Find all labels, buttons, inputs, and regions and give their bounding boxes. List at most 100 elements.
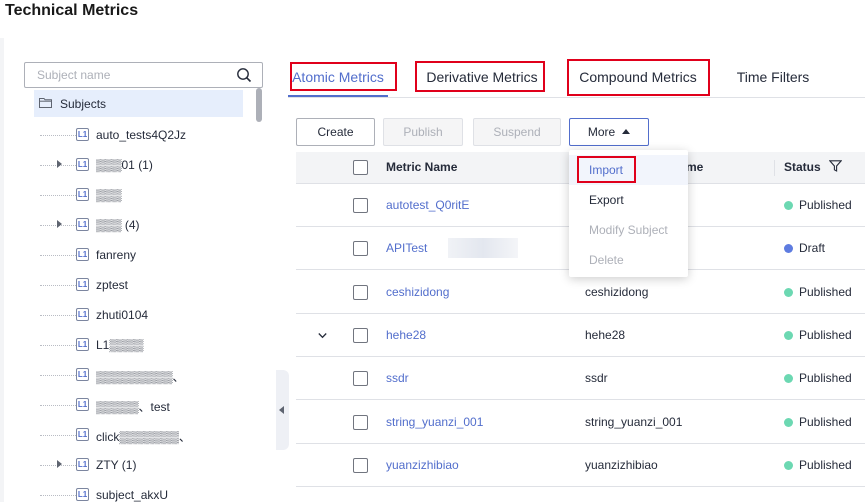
status-dot [784, 244, 793, 254]
level-badge-icon: L1 [76, 158, 89, 171]
table-row[interactable]: ssdr ssdr Published [296, 357, 865, 401]
col-status-label: Status [784, 160, 821, 174]
tab-time-filters[interactable]: Time Filters [728, 62, 818, 96]
menu-item-import[interactable]: Import [569, 155, 688, 185]
metric-name-link[interactable]: APITest [386, 241, 427, 255]
level-badge-icon: L1 [76, 278, 89, 291]
status-dot [784, 417, 793, 427]
metric-name-link[interactable]: hehe28 [386, 328, 426, 342]
metric-name-link[interactable]: yuanzizhibiao [386, 458, 459, 472]
suspend-button[interactable]: Suspend [473, 118, 561, 146]
tree-node-label: ▒▒▒▒▒▒▒▒▒、 [96, 370, 185, 384]
metric-code: hehe28 [585, 327, 626, 342]
level-badge-icon: L1 [76, 398, 89, 411]
tree-node-label: ▒▒▒01 (1) [96, 158, 153, 172]
tree-node-label: ZTY (1) [96, 458, 137, 472]
level-badge-icon: L1 [76, 458, 89, 471]
tree-node[interactable]: L1 ▒▒▒▒▒▒▒▒▒、 [34, 360, 258, 390]
row-checkbox[interactable] [353, 414, 368, 430]
metric-code: yuanzizhibiao [585, 457, 658, 472]
tree-scrollbar[interactable] [256, 88, 262, 122]
tree-node[interactable]: L1 ZTY (1) [34, 450, 258, 480]
status-dot [784, 374, 793, 384]
tab-derivative-metrics[interactable]: Derivative Metrics [420, 62, 544, 96]
tree-connector [40, 315, 76, 316]
status-badge: Published [784, 371, 852, 385]
status-badge: Published [784, 328, 852, 342]
expand-arrow-icon[interactable] [57, 220, 62, 228]
publish-button[interactable]: Publish [383, 118, 463, 146]
expand-arrow-icon[interactable] [57, 460, 62, 468]
row-checkbox[interactable] [353, 241, 368, 257]
redacted-block [448, 238, 518, 259]
status-dot [784, 460, 793, 470]
table-row[interactable]: yuanzizhibiao yuanzizhibiao Published [296, 443, 865, 487]
metric-name-link[interactable]: string_yuanzi_001 [386, 415, 483, 429]
menu-item-delete[interactable]: Delete [569, 245, 688, 275]
status-dot [784, 330, 793, 340]
filter-icon[interactable] [828, 160, 843, 172]
status-text: Published [799, 457, 852, 472]
col-divider [774, 160, 775, 176]
tree-node-label: subject_akxU [96, 488, 169, 502]
collapse-panel-handle[interactable] [276, 370, 289, 450]
row-checkbox[interactable] [353, 371, 368, 387]
tree-node-label: fanreny [96, 248, 137, 262]
tree-node[interactable]: L1 fanreny [34, 240, 258, 270]
status-badge: Published [784, 458, 852, 472]
tree-node[interactable]: L1 zhuti0104 [34, 300, 258, 330]
tree-node[interactable]: L1 ▒▒▒01 (1) [34, 150, 258, 180]
search-icon[interactable] [236, 67, 252, 83]
tree-node[interactable]: L1 L1▒▒▒▒ [34, 330, 258, 360]
status-badge: Published [784, 198, 852, 212]
subject-search-input[interactable] [37, 67, 227, 83]
tree-connector [40, 405, 76, 406]
status-badge: Published [784, 415, 852, 429]
metric-code: ceshizidong [585, 284, 649, 299]
tree-connector [40, 255, 76, 256]
row-checkbox[interactable] [353, 327, 368, 343]
metric-name-link[interactable]: ceshizidong [386, 285, 449, 299]
tree-root-subjects[interactable]: Subjects [34, 90, 243, 117]
tree-node[interactable]: L1 zptest [34, 270, 258, 300]
expand-arrow-icon[interactable] [57, 160, 62, 168]
tab-compound-metrics[interactable]: Compound Metrics [569, 62, 707, 96]
row-checkbox[interactable] [353, 457, 368, 473]
status-dot [784, 287, 793, 297]
tree-node[interactable]: L1 click▒▒▒▒▒▒▒、 [34, 420, 258, 450]
tree-connector [40, 495, 76, 496]
tree-node[interactable]: L1 ▒▒▒ (4) [34, 210, 258, 240]
tree-node[interactable]: L1 auto_tests4Q2Jz [34, 120, 258, 150]
metric-tabs: Atomic Metrics Derivative Metrics Compou… [288, 58, 865, 98]
status-text: Published [799, 414, 852, 429]
tree-node[interactable]: L1 ▒▒▒▒▒、test [34, 390, 258, 420]
status-badge: Draft [784, 241, 825, 255]
level-badge-icon: L1 [76, 188, 89, 201]
create-button[interactable]: Create [296, 118, 375, 146]
tree-node-label: zhuti0104 [96, 308, 149, 322]
table-row[interactable]: string_yuanzi_001 string_yuanzi_001 Publis… [296, 400, 865, 444]
chevron-down-icon[interactable] [318, 331, 327, 340]
row-checkbox[interactable] [353, 198, 368, 213]
menu-item-export[interactable]: Export [569, 185, 688, 215]
level-badge-icon: L1 [76, 338, 89, 351]
select-all-checkbox[interactable] [353, 160, 368, 175]
menu-item-modify-subject[interactable]: Modify Subject [569, 215, 688, 245]
level-badge-icon: L1 [76, 128, 89, 141]
title-bar: Technical Metrics [0, 0, 865, 38]
caret-up-icon [622, 129, 631, 134]
row-checkbox[interactable] [353, 284, 368, 300]
tree-node-label: L1▒▒▒▒ [96, 338, 144, 352]
tree-node[interactable]: L1 subject_akxU [34, 480, 258, 502]
metric-name-link[interactable]: ssdr [386, 371, 409, 385]
more-button[interactable]: More [569, 118, 649, 146]
tree-connector [40, 195, 76, 196]
level-badge-icon: L1 [76, 428, 89, 441]
tree-node[interactable]: L1 ▒▒▒ [34, 180, 258, 210]
subject-search-box[interactable] [24, 62, 263, 88]
metric-name-link[interactable]: autotest_Q0ritE [386, 198, 469, 212]
tab-atomic-metrics[interactable]: Atomic Metrics [288, 62, 388, 97]
table-row[interactable]: hehe28 hehe28 Published [296, 313, 865, 357]
tree-connector [40, 435, 76, 436]
table-row[interactable]: ceshizidong ceshizidong Published [296, 270, 865, 314]
